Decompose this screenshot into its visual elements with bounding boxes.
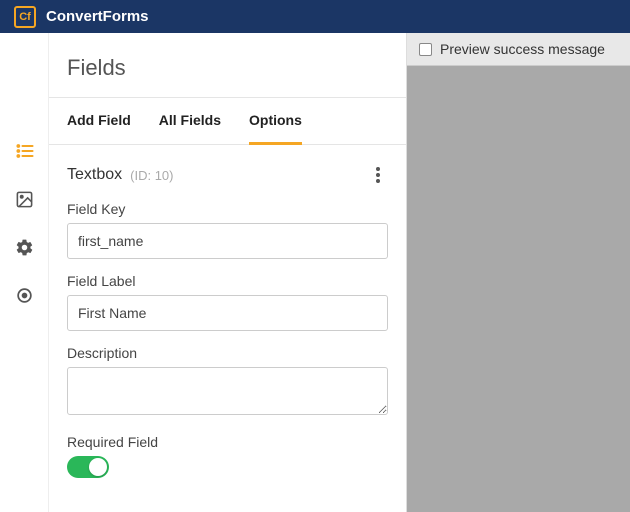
field-section-header: Textbox (ID: 10) — [49, 145, 406, 193]
field-id-label: (ID: 10) — [130, 168, 173, 183]
fields-panel: Fields Add Field All Fields Options Text… — [49, 33, 407, 512]
panel-title: Fields — [49, 33, 406, 97]
preview-success-label: Preview success message — [440, 41, 605, 57]
field-key-input[interactable] — [67, 223, 388, 259]
field-label-label: Field Label — [67, 273, 388, 289]
tabs: Add Field All Fields Options — [49, 97, 406, 145]
sidebar — [0, 33, 49, 512]
kebab-menu-icon[interactable] — [368, 165, 388, 185]
gear-icon[interactable] — [15, 237, 35, 257]
required-label: Required Field — [67, 434, 388, 450]
tab-add-field[interactable]: Add Field — [67, 98, 131, 145]
preview-header: Preview success message — [407, 33, 630, 66]
tab-all-fields[interactable]: All Fields — [159, 98, 221, 145]
toggle-knob — [89, 458, 107, 476]
image-icon[interactable] — [15, 189, 35, 209]
tab-options[interactable]: Options — [249, 98, 302, 145]
app-title: ConvertForms — [46, 8, 149, 25]
required-toggle[interactable] — [67, 456, 109, 478]
field-key-label: Field Key — [67, 201, 388, 217]
description-label: Description — [67, 345, 388, 361]
target-icon[interactable] — [15, 285, 35, 305]
preview-success-checkbox[interactable] — [419, 43, 432, 56]
field-type-label: Textbox — [67, 166, 122, 184]
field-label-input[interactable] — [67, 295, 388, 331]
description-textarea[interactable] — [67, 367, 388, 415]
app-logo: Cf — [14, 6, 36, 28]
app-header: Cf ConvertForms — [0, 0, 630, 33]
preview-panel: Preview success message — [407, 33, 630, 512]
list-icon[interactable] — [15, 141, 35, 161]
app-logo-text: Cf — [19, 11, 31, 23]
